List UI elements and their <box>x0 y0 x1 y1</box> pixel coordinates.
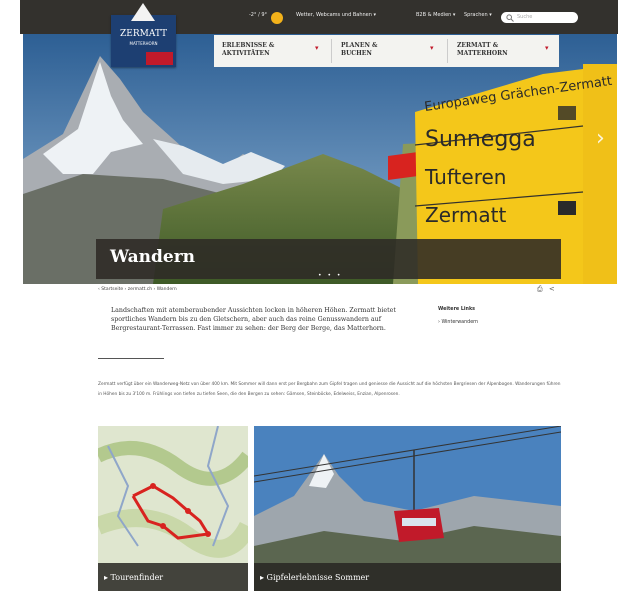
chevron-down-icon: ▾ <box>430 44 434 52</box>
svg-text:Sunnegga: Sunnegga <box>425 127 536 152</box>
tile-label-gipfelerlebnisse: ▸ Gipfelerlebnisse Sommer <box>260 573 370 582</box>
intro-text: Landschaften mit atemberaubender Aussich… <box>111 307 396 333</box>
tile-tourenfinder[interactable]: ▸ Tourenfinder <box>98 426 248 591</box>
zermatt-logo[interactable]: ZERMATT MATTERHORN <box>111 3 176 67</box>
page-title: Wandern <box>110 247 196 267</box>
carousel-dots[interactable]: • • • <box>318 272 342 279</box>
logo-name: ZERMATT <box>120 29 167 39</box>
nav-item-erlebnisse[interactable]: ERLEBNISSE & AKTIVITÄTEN ▾ <box>214 35 328 67</box>
intro-divider <box>98 358 164 359</box>
matterhorn-peak-icon <box>131 3 155 21</box>
tile-caption: ▸ Tourenfinder <box>98 563 248 591</box>
related-links-title: Weitere Links <box>438 307 476 312</box>
tile-gipfelerlebnisse[interactable]: ▸ Gipfelerlebnisse Sommer <box>254 426 561 591</box>
language-menu[interactable]: Sprachen ▾ <box>464 12 492 18</box>
svg-text:Tufteren: Tufteren <box>424 165 506 189</box>
weather-temperature: -2° / 9° <box>249 12 268 18</box>
breadcrumb[interactable]: ‹ Startseite › zermatt.ch › Wandern <box>98 287 177 292</box>
svg-text:Zermatt: Zermatt <box>425 203 506 227</box>
related-link-winterwandern[interactable]: › Winterwandern <box>438 320 478 325</box>
top-bar: -2° / 9° Wetter, Webcams und Bahnen ▾ B2… <box>20 0 618 34</box>
main-navigation: ERLEBNISSE & AKTIVITÄTEN ▾ PLANEN & BUCH… <box>214 35 559 67</box>
b2b-media-menu[interactable]: B2B & Medien ▾ <box>416 12 455 18</box>
print-icon[interactable]: ⎙ <box>537 285 543 293</box>
chevron-down-icon: ▾ <box>315 44 319 52</box>
nav-label-erlebnisse: ERLEBNISSE & AKTIVITÄTEN <box>222 42 275 57</box>
nav-label-planen: PLANEN & BUCHEN <box>341 42 378 57</box>
sun-icon <box>271 12 283 24</box>
logo-badge <box>146 52 173 65</box>
nav-divider <box>331 39 332 63</box>
share-icon[interactable]: < <box>549 285 555 293</box>
nav-label-zermatt: ZERMATT & MATTERHORN <box>457 42 508 57</box>
related-links: Weitere Links › Winterwandern <box>438 307 478 325</box>
nav-divider <box>447 39 448 63</box>
tile-caption: ▸ Gipfelerlebnisse Sommer <box>254 563 561 591</box>
search-icon <box>506 14 514 22</box>
nav-item-planen[interactable]: PLANEN & BUCHEN ▾ <box>333 35 445 67</box>
search-placeholder: Suche <box>517 14 533 20</box>
logo-subtitle: MATTERHORN <box>129 41 158 46</box>
chevron-down-icon: ▾ <box>545 44 549 52</box>
page-tools: ⎙ < <box>537 285 555 294</box>
search-input[interactable]: Suche <box>501 12 578 23</box>
tile-label-tourenfinder: ▸ Tourenfinder <box>104 573 164 582</box>
weather-webcam-menu[interactable]: Wetter, Webcams und Bahnen ▾ <box>296 12 376 18</box>
carousel-next-icon[interactable]: › <box>596 126 605 151</box>
nav-item-zermatt-matterhorn[interactable]: ZERMATT & MATTERHORN ▾ <box>449 35 559 67</box>
body-text: Zermatt verfügt über ein Wanderweg-Netz … <box>98 382 561 397</box>
